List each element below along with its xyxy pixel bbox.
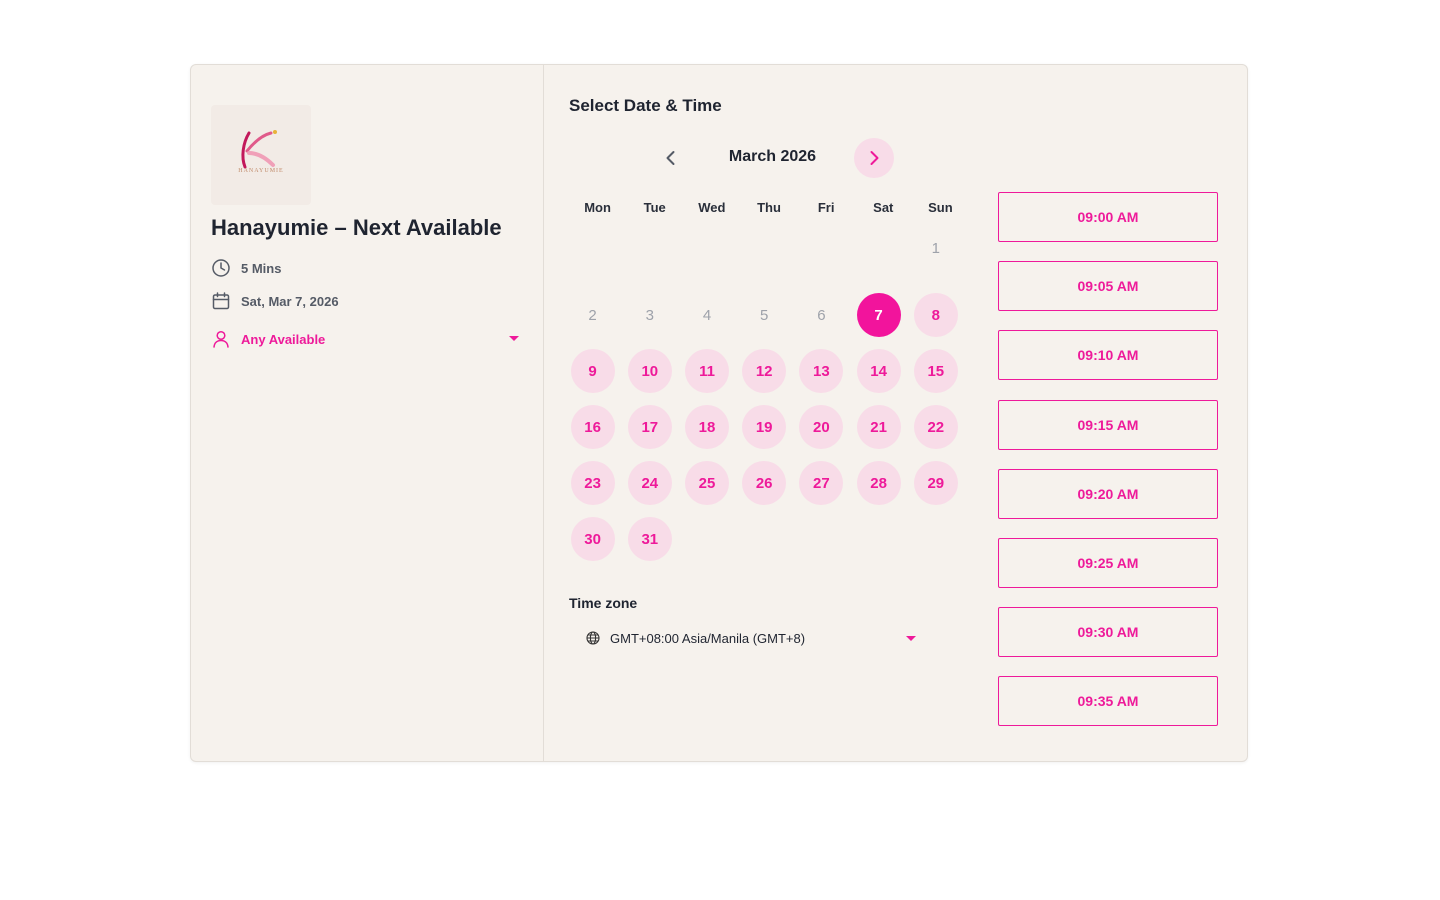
staff-value: Any Available bbox=[241, 331, 326, 347]
weekday-label: Thu bbox=[757, 200, 781, 215]
calendar-icon bbox=[211, 291, 231, 311]
section-title: Select Date & Time bbox=[569, 96, 722, 115]
service-title: Hanayumie – Next Available bbox=[211, 215, 502, 240]
calendar-day[interactable]: 27 bbox=[799, 461, 844, 505]
calendar-day[interactable]: 14 bbox=[856, 349, 901, 393]
calendar-day[interactable]: 29 bbox=[913, 461, 958, 505]
month-label: March 2026 bbox=[728, 148, 817, 165]
staff-select[interactable]: Any Available bbox=[211, 329, 519, 349]
globe-icon bbox=[586, 631, 600, 645]
weekday-header: Mon Tue Wed Thu Fri Sat Sun bbox=[569, 200, 969, 215]
calendar-day[interactable]: 15 bbox=[913, 349, 958, 393]
time-slot-button[interactable]: 09:00 AM bbox=[998, 192, 1218, 242]
calendar-day-disabled: 2 bbox=[588, 306, 597, 324]
calendar-day-disabled: 5 bbox=[760, 306, 769, 324]
calendar-day[interactable]: 8 bbox=[913, 293, 958, 337]
calendar-day[interactable]: 17 bbox=[627, 405, 672, 449]
calendar-day[interactable]: 28 bbox=[856, 461, 901, 505]
calendar-day[interactable]: 21 bbox=[856, 405, 901, 449]
clock-icon bbox=[211, 258, 231, 278]
calendar-day[interactable]: 22 bbox=[913, 405, 958, 449]
month-navigation: March 2026 bbox=[569, 138, 965, 178]
calendar-day-disabled: 1 bbox=[931, 239, 940, 257]
calendar-day[interactable]: 31 bbox=[627, 517, 672, 561]
calendar-day[interactable]: 10 bbox=[627, 349, 672, 393]
timezone-select[interactable]: GMT+08:00 Asia/Manila (GMT+8) bbox=[586, 628, 916, 648]
calendar-day[interactable]: 18 bbox=[685, 405, 729, 449]
calendar-day[interactable]: 23 bbox=[570, 461, 615, 505]
calendar-day[interactable]: 20 bbox=[799, 405, 844, 449]
calendar-day[interactable]: 12 bbox=[742, 349, 787, 393]
duration-row: 5 Mins bbox=[211, 258, 281, 278]
duration-text: 5 Mins bbox=[241, 260, 282, 276]
calendar-day[interactable]: 11 bbox=[685, 349, 729, 393]
calendar-day-selected[interactable]: 7 bbox=[856, 293, 901, 337]
weekday-label: Sat bbox=[873, 200, 894, 215]
weekday-label: Mon bbox=[584, 200, 611, 215]
calendar-day-disabled: 4 bbox=[702, 306, 712, 324]
timezone-value: GMT+08:00 Asia/Manila (GMT+8) bbox=[610, 630, 806, 646]
time-slot-button[interactable]: 09:35 AM bbox=[998, 676, 1218, 726]
logo-text: HANAYUMIE bbox=[238, 168, 284, 174]
calendar-day-disabled: 6 bbox=[817, 306, 826, 324]
business-logo: HANAYUMIE bbox=[211, 105, 311, 205]
calendar-day[interactable]: 19 bbox=[742, 405, 787, 449]
selected-date-text: Sat, Mar 7, 2026 bbox=[241, 293, 339, 309]
prev-month-button[interactable] bbox=[651, 138, 691, 178]
chevron-left-icon bbox=[666, 151, 675, 165]
weekday-label: Wed bbox=[698, 200, 726, 215]
date-row: Sat, Mar 7, 2026 bbox=[211, 291, 339, 311]
calendar-day[interactable]: 26 bbox=[742, 461, 787, 505]
user-icon bbox=[211, 329, 231, 349]
service-summary-panel: HANAYUMIE Hanayumie – Next Available 5 M… bbox=[191, 65, 544, 761]
calendar-day[interactable]: 9 bbox=[570, 349, 615, 393]
booking-card: HANAYUMIE Hanayumie – Next Available 5 M… bbox=[190, 64, 1248, 762]
time-slot-button[interactable]: 09:30 AM bbox=[998, 607, 1218, 657]
caret-down-icon bbox=[509, 336, 519, 341]
timezone-label: Time zone bbox=[569, 595, 638, 611]
time-slot-button[interactable]: 09:15 AM bbox=[998, 400, 1218, 450]
date-time-panel: Select Date & Time March 2026 Mon Tue We… bbox=[544, 65, 1247, 761]
logo-mark-icon bbox=[241, 130, 277, 169]
next-month-button[interactable] bbox=[854, 138, 894, 178]
calendar-day[interactable]: 16 bbox=[570, 405, 615, 449]
time-slot-button[interactable]: 09:25 AM bbox=[998, 538, 1218, 588]
caret-down-icon bbox=[906, 636, 916, 641]
calendar-day-disabled: 3 bbox=[645, 306, 654, 324]
calendar-day[interactable]: 13 bbox=[799, 349, 844, 393]
calendar-day[interactable]: 30 bbox=[570, 517, 615, 561]
calendar-day[interactable]: 25 bbox=[685, 461, 729, 505]
weekday-label: Sun bbox=[928, 200, 953, 215]
time-slot-button[interactable]: 09:20 AM bbox=[998, 469, 1218, 519]
time-slot-button[interactable]: 09:10 AM bbox=[998, 330, 1218, 380]
calendar-day[interactable]: 24 bbox=[627, 461, 672, 505]
chevron-right-icon bbox=[870, 151, 879, 165]
weekday-label: Tue bbox=[643, 200, 666, 215]
weekday-label: Fri bbox=[817, 200, 835, 215]
time-slot-button[interactable]: 09:05 AM bbox=[998, 261, 1218, 311]
